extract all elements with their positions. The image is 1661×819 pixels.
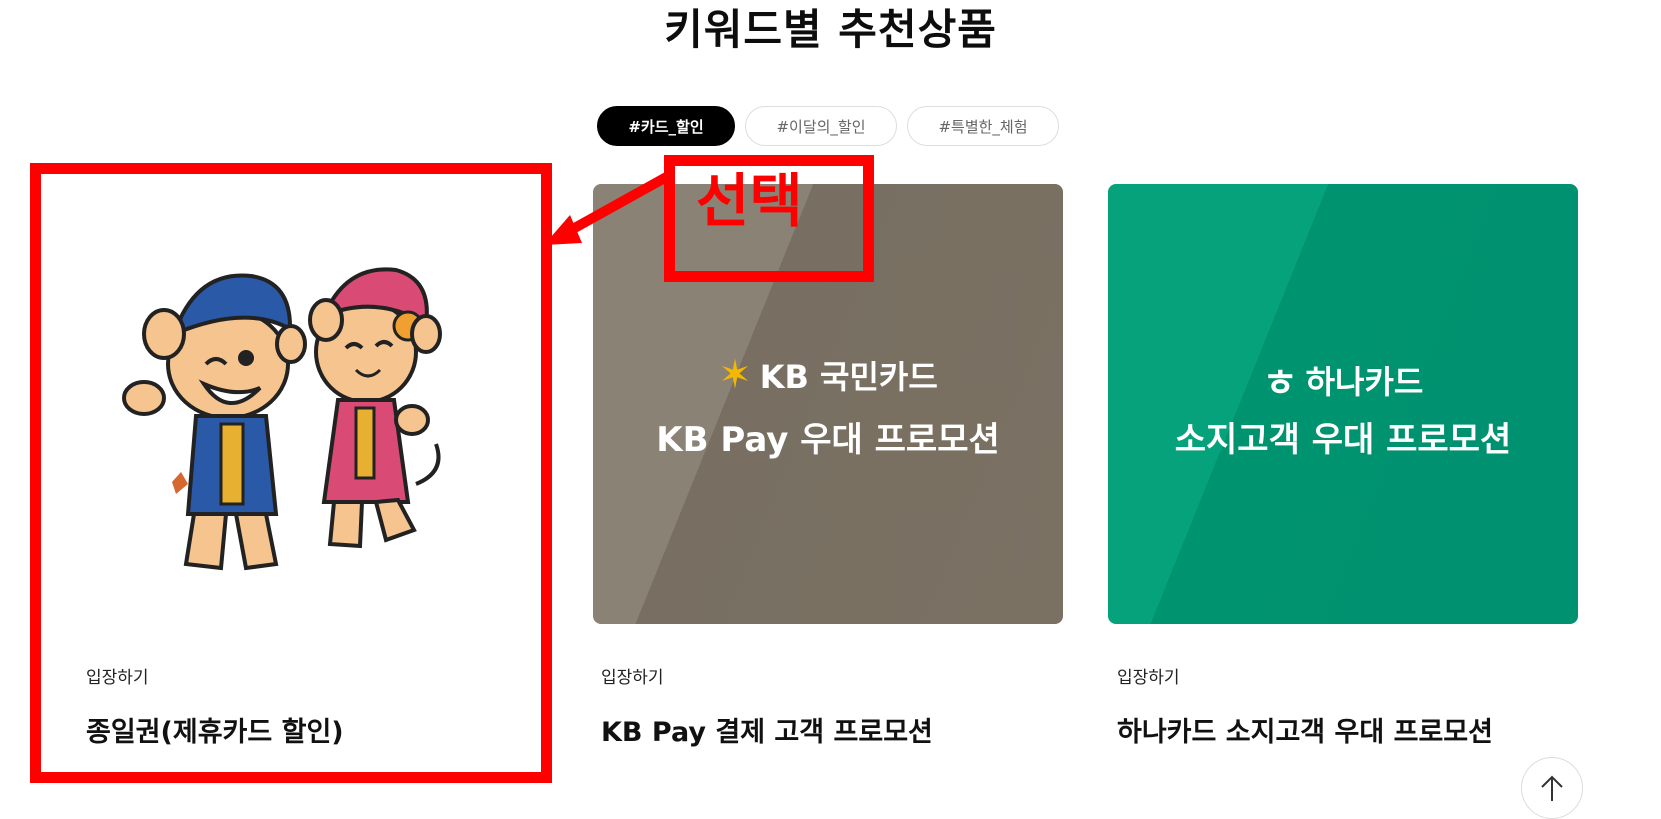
tab-monthly-discount[interactable]: #이달의_할인 (745, 106, 897, 146)
mascot-image (76, 184, 546, 624)
hana-logo-icon: ㅎ (1262, 361, 1298, 405)
card-title[interactable]: KB Pay 결제 고객 프로모션 (601, 710, 933, 749)
tab-card-discount[interactable]: #카드_할인 (597, 106, 735, 146)
kb-star-icon: ✶ (718, 352, 752, 398)
select-annotation-label: 선택 (696, 167, 803, 235)
card-enter-label[interactable]: 입장하기 (86, 663, 149, 688)
kb-brand-text: KB 국민카드 (759, 358, 938, 396)
kb-card-banner: ✶ KB 국민카드 KB Pay 우대 프로모션 (593, 184, 1063, 624)
page-title: 키워드별 추천상품 (664, 5, 997, 54)
card-title[interactable]: 종일권(제휴카드 할인) (86, 710, 344, 749)
scroll-to-top-button[interactable] (1521, 757, 1583, 819)
hana-card-banner: ㅎ 하나카드 소지고객 우대 프로모션 (1108, 184, 1578, 624)
arrow-up-icon (1541, 775, 1563, 801)
hana-promo-tagline: 소지고객 우대 프로모션 (1174, 420, 1512, 460)
card-enter-label[interactable]: 입장하기 (601, 663, 664, 688)
tab-special-experience[interactable]: #특별한_체험 (907, 106, 1059, 146)
product-card-day-pass[interactable]: 입장하기 종일권(제휴카드 할인) (76, 184, 546, 748)
kb-logo: ✶ KB 국민카드 (593, 352, 1063, 398)
product-card-kb-pay[interactable]: ✶ KB 국민카드 KB Pay 우대 프로모션 입장하기 KB Pay 결제 … (593, 184, 1063, 748)
card-title[interactable]: 하나카드 소지고객 우대 프로모션 (1117, 710, 1493, 749)
product-card-hana[interactable]: ㅎ 하나카드 소지고객 우대 프로모션 입장하기 하나카드 소지고객 우대 프로… (1108, 184, 1578, 748)
kb-promo-tagline: KB Pay 우대 프로모션 (656, 420, 1000, 460)
hana-logo: ㅎ 하나카드 (1108, 352, 1578, 407)
hana-brand-text: 하나카드 (1305, 362, 1424, 401)
card-enter-label[interactable]: 입장하기 (1117, 663, 1180, 688)
keyword-tabs: #카드_할인 #이달의_할인 #특별한_체험 (597, 106, 1059, 146)
